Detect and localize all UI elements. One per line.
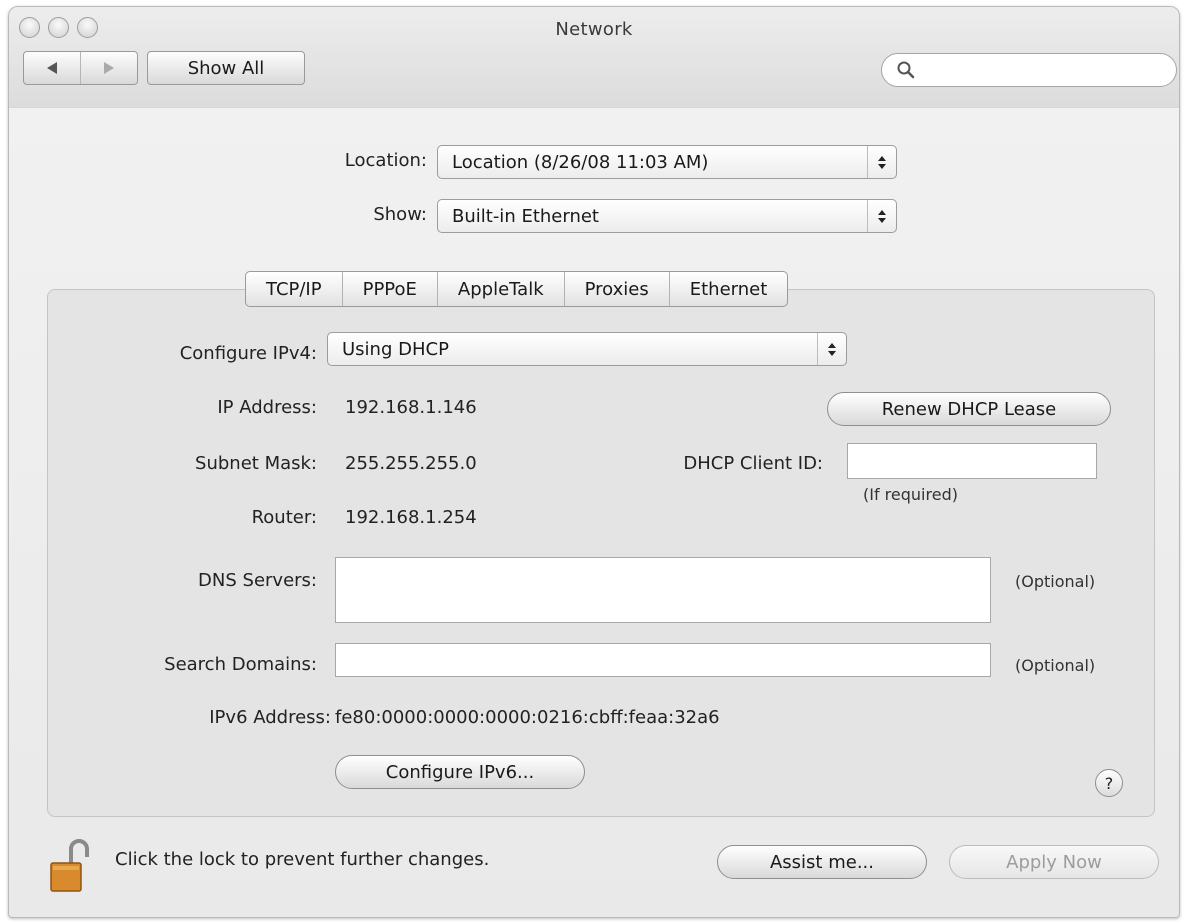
tab-pppoe[interactable]: PPPoE [341,272,437,306]
ipv6-address-label: IPv6 Address: [209,707,331,728]
apply-now-button[interactable]: Apply Now [949,845,1159,879]
open-padlock-icon[interactable] [49,839,93,895]
dns-servers-field[interactable] [335,557,991,623]
window-titlebar: Network Show All [9,7,1179,108]
assist-me-button[interactable]: Assist me... [717,845,927,879]
dns-servers-label: DNS Servers: [198,570,317,591]
tab-tcpip[interactable]: TCP/IP [246,272,342,306]
ipv6-address-value: fe80:0000:0000:0000:0216:cbff:feaa:32a6 [335,707,720,728]
back-button[interactable] [24,52,80,84]
show-label: Show: [373,204,427,225]
dhcp-client-id-field[interactable] [847,443,1097,479]
ip-address-value: 192.168.1.146 [345,397,477,418]
window-title: Network [555,19,633,40]
configure-ipv4-value: Using DHCP [342,338,449,360]
back-arrow-icon [47,62,57,74]
location-popup[interactable]: Location (8/26/08 11:03 AM) [437,145,897,179]
ip-address-label: IP Address: [217,397,317,418]
dns-optional-note: (Optional) [1015,572,1096,591]
lock-status-text: Click the lock to prevent further change… [115,849,490,870]
forward-arrow-icon [104,62,114,74]
show-popup[interactable]: Built-in Ethernet [437,199,897,233]
network-preferences-window: Network Show All Location: Location (8/2… [8,6,1180,918]
search-domains-optional-note: (Optional) [1015,656,1096,675]
router-value: 192.168.1.254 [345,507,477,528]
configure-ipv6-button[interactable]: Configure IPv6... [335,755,585,789]
tab-appletalk[interactable]: AppleTalk [436,272,564,306]
search-domains-field[interactable] [335,643,991,677]
router-label: Router: [251,507,317,528]
show-all-button[interactable]: Show All [147,51,305,85]
tcpip-panel [47,289,1155,817]
subnet-mask-label: Subnet Mask: [195,453,317,474]
search-field[interactable] [881,53,1177,87]
location-label: Location: [344,150,427,171]
if-required-note: (If required) [863,485,958,504]
help-button[interactable]: ? [1095,769,1123,797]
tab-proxies[interactable]: Proxies [563,272,669,306]
location-value: Location (8/26/08 11:03 AM) [452,151,709,173]
subnet-mask-value: 255.255.255.0 [345,453,477,474]
tab-ethernet[interactable]: Ethernet [668,272,788,306]
popup-arrows-icon [867,200,896,232]
back-forward-control [23,51,138,85]
configure-ipv4-label: Configure IPv4: [179,343,317,364]
forward-button[interactable] [80,52,137,84]
dhcp-client-id-label: DHCP Client ID: [683,453,823,474]
tab-bar: TCP/IP PPPoE AppleTalk Proxies Ethernet [245,271,789,307]
search-domains-label: Search Domains: [164,654,317,675]
configure-ipv4-popup[interactable]: Using DHCP [327,332,847,366]
magnifier-icon [897,61,915,79]
popup-arrows-icon [867,146,896,178]
show-value: Built-in Ethernet [452,205,599,227]
renew-dhcp-lease-button[interactable]: Renew DHCP Lease [827,392,1111,426]
popup-arrows-icon [817,333,846,365]
